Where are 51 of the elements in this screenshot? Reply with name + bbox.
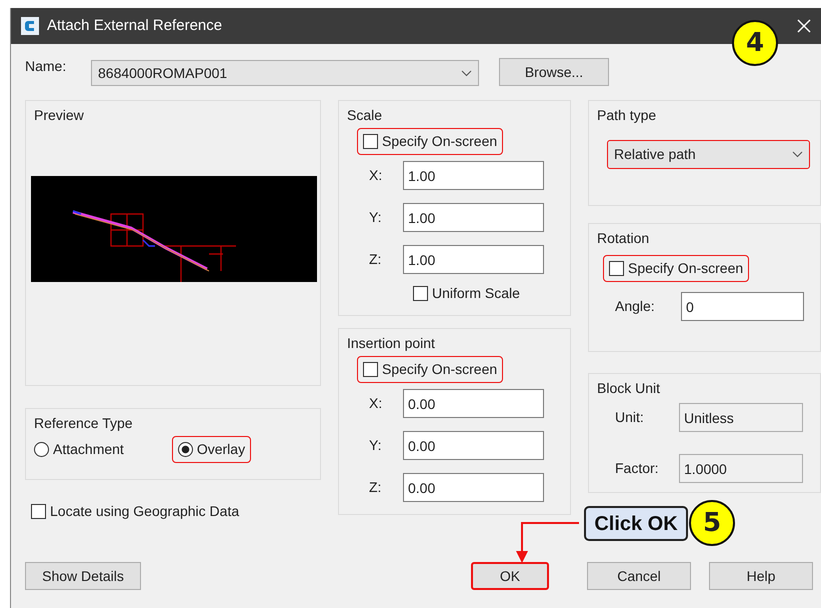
specify-on-screen-checkbox[interactable]: Specify On-screen (603, 255, 750, 282)
radio-button[interactable] (34, 442, 49, 457)
checkbox[interactable] (31, 504, 46, 519)
field-label: Unit: (615, 408, 645, 427)
checkbox[interactable] (609, 261, 624, 276)
field-label: X: (369, 166, 384, 185)
dialog-button[interactable]: Help (709, 562, 813, 590)
unit-field: 1.0000 (679, 454, 803, 483)
radio-button[interactable] (178, 442, 193, 457)
specify-on-screen-checkbox[interactable]: Specify On-screen (357, 128, 504, 155)
group-label: Insertion point (347, 334, 436, 353)
group-label: Preview (34, 106, 84, 125)
angle-field[interactable]: 0 (681, 292, 804, 321)
checkbox[interactable] (363, 134, 378, 149)
radio-option[interactable]: Attachment (28, 436, 130, 463)
group-label: Scale (347, 106, 384, 125)
scale-field[interactable]: 1.00 (403, 203, 544, 232)
checkbox[interactable] (363, 362, 378, 377)
field-label: Y: (369, 208, 382, 227)
step-number-badge: 5 (689, 500, 735, 546)
path-type-dropdown[interactable]: Relative path (607, 140, 810, 169)
group-label: Rotation (597, 229, 650, 248)
callout-label: Click OK (584, 506, 688, 541)
app-icon (21, 17, 39, 35)
browse-button[interactable]: Browse... (499, 58, 609, 86)
scale-field[interactable]: 1.00 (403, 245, 544, 274)
close-icon (797, 19, 811, 33)
angle-label: Angle: (615, 297, 656, 316)
pointer-arrow (516, 522, 579, 563)
window-title: Attach External Reference (47, 16, 222, 36)
field-label: Z: (369, 478, 382, 497)
field-label: X: (369, 394, 384, 413)
group-label: Reference Type (34, 414, 134, 433)
unit-field: Unitless (679, 403, 803, 432)
name-label: Name: (25, 57, 68, 76)
scale-field[interactable]: 1.00 (403, 161, 544, 190)
uniform-scale-checkbox[interactable]: Uniform Scale (407, 280, 526, 307)
field-label: Factor: (615, 459, 660, 478)
geographic-data-checkbox[interactable]: Locate using Geographic Data (25, 498, 246, 525)
group-label: Path type (597, 106, 658, 125)
step-number-badge: 4 (732, 20, 778, 66)
checkbox[interactable] (413, 286, 428, 301)
radio-option[interactable]: Overlay (172, 436, 252, 463)
dialog-button[interactable]: Cancel (587, 562, 691, 590)
field-label: Z: (369, 250, 382, 269)
name-dropdown[interactable]: 8684000ROMAP001 (91, 60, 479, 86)
specify-on-screen-checkbox[interactable]: Specify On-screen (357, 356, 504, 383)
dialog-button[interactable]: OK (471, 562, 549, 590)
field-label: Y: (369, 436, 382, 455)
group-label: Block Unit (597, 379, 662, 398)
dialog-button[interactable]: Show Details (25, 562, 141, 590)
